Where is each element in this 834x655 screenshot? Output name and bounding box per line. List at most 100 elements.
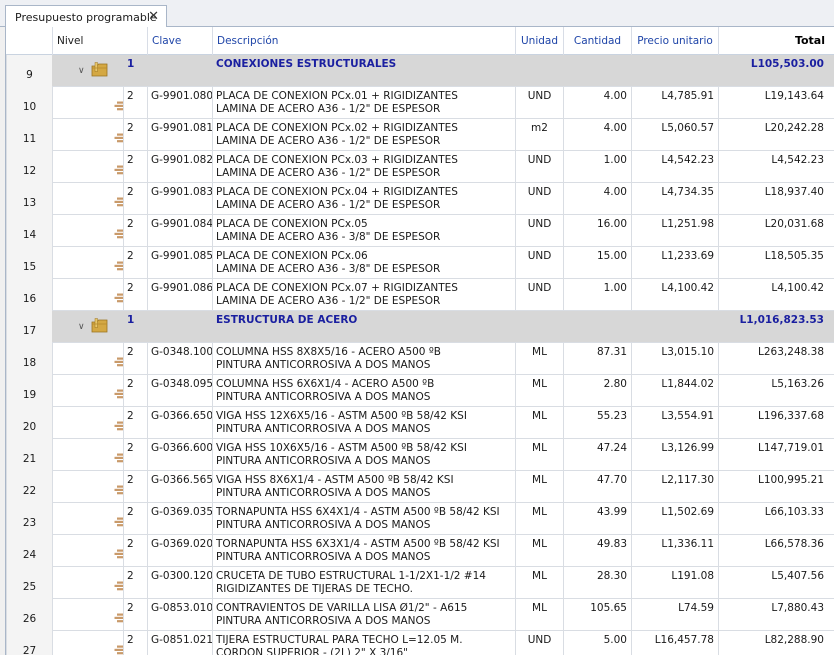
level-cell: 2 (123, 119, 147, 151)
unidad-cell: UND (515, 183, 563, 215)
total-cell: L4,542.23 (718, 151, 834, 183)
table-row[interactable]: 26 2 G-0853.010 CONTRAVIENTOS DE VARILLA LI… (6, 599, 834, 631)
clave-cell: G-9901.080 (147, 87, 212, 119)
table-row[interactable]: 21 2 G-0366.600 VIGA HSS 10X6X5/16 - ASTM A… (6, 439, 834, 471)
row-number: 9 (6, 55, 52, 87)
unidad-cell: ML (515, 535, 563, 567)
clave-cell: G-9901.086 (147, 279, 212, 311)
description-cell: VIGA HSS 10X6X5/16 - ASTM A500 ºB 58/42 … (212, 439, 515, 471)
column-header-precio-unitario[interactable]: Precio unitario (631, 27, 718, 55)
column-header-cantidad[interactable]: Cantidad (563, 27, 631, 55)
table-row[interactable]: 12 2 G-9901.082 PLACA DE CONEXION PCx.03 + … (6, 151, 834, 183)
unidad-cell: UND (515, 151, 563, 183)
clave-cell: G-0366.565 (147, 471, 212, 503)
total-cell: L20,242.28 (718, 119, 834, 151)
table-row[interactable]: 25 2 G-0300.120 CRUCETA DE TUBO ESTRUCTURAL… (6, 567, 834, 599)
unidad-cell: ML (515, 599, 563, 631)
grid-rows: 9 ∨ 1 CONEXIONES ESTRUCTURALES L105,503.00 10… (6, 55, 834, 655)
precio-cell: L3,554.91 (631, 407, 718, 439)
row-number: 14 (6, 215, 52, 247)
precio-cell: L191.08 (631, 567, 718, 599)
description-line-1: TORNAPUNTA HSS 6X4X1/4 - ASTM A500 ºB 58… (216, 506, 500, 518)
description-line-2: RIGIDIZANTES DE TIJERAS DE TECHO. (216, 582, 413, 595)
precio-cell: L1,502.69 (631, 503, 718, 535)
column-header-nivel[interactable]: Nivel (52, 27, 147, 55)
concept-icon (114, 645, 123, 655)
table-row[interactable]: 22 2 G-0366.565 VIGA HSS 8X6X1/4 - ASTM A50… (6, 471, 834, 503)
group-row[interactable]: 9 ∨ 1 CONEXIONES ESTRUCTURALES L105,503.00 (6, 55, 834, 87)
clave-cell: G-9901.081 (147, 119, 212, 151)
cantidad-cell: 5.00 (563, 631, 631, 655)
description-line-2: LAMINA DE ACERO A36 - 1/2" DE ESPESOR (216, 294, 441, 307)
description-cell: ESTRUCTURA DE ACERO (216, 314, 358, 326)
cantidad-cell: 28.30 (563, 567, 631, 599)
column-header-total[interactable]: Total (718, 27, 834, 55)
total-cell: L147,719.01 (718, 439, 834, 471)
level-cell: 2 (123, 343, 147, 375)
nivel-cell (52, 567, 123, 599)
cantidad-cell: 105.65 (563, 599, 631, 631)
nivel-cell (52, 279, 123, 311)
table-row[interactable]: 16 2 G-9901.086 PLACA DE CONEXION PCx.07 + … (6, 279, 834, 311)
description-line-1: PLACA DE CONEXION PCx.02 + RIGIDIZANTES (216, 122, 458, 134)
nivel-cell (52, 471, 123, 503)
table-row[interactable]: 20 2 G-0366.650 VIGA HSS 12X6X5/16 - ASTM A… (6, 407, 834, 439)
total-cell: L20,031.68 (718, 215, 834, 247)
description-cell: TORNAPUNTA HSS 6X4X1/4 - ASTM A500 ºB 58… (212, 503, 515, 535)
folder-icon (91, 318, 108, 333)
cantidad-cell: 87.31 (563, 343, 631, 375)
nivel-cell (52, 535, 123, 567)
total-cell: L100,995.21 (718, 471, 834, 503)
cantidad-cell (563, 55, 631, 87)
column-header-descripcion[interactable]: Descripción (212, 27, 515, 55)
description-line-1: VIGA HSS 8X6X1/4 - ASTM A500 ºB 58/42 KS… (216, 474, 454, 486)
table-row[interactable]: 14 2 G-9901.084 PLACA DE CONEXION PCx.05 LAM… (6, 215, 834, 247)
nivel-cell (52, 375, 123, 407)
description-cell: CONEXIONES ESTRUCTURALES (216, 58, 397, 70)
concept-icon (114, 453, 123, 463)
unidad-cell: ML (515, 503, 563, 535)
total-cell: L7,880.43 (718, 599, 834, 631)
description-line-1: COLUMNA HSS 6X6X1/4 - ACERO A500 ºB (216, 378, 435, 390)
table-row[interactable]: 15 2 G-9901.085 PLACA DE CONEXION PCx.06 LAM… (6, 247, 834, 279)
table-row[interactable]: 19 2 G-0348.095 COLUMNA HSS 6X6X1/4 - ACERO… (6, 375, 834, 407)
level-cell: 2 (123, 407, 147, 439)
description-line-1: PLACA DE CONEXION PCx.05 (216, 218, 368, 230)
description-line-2: CORDON SUPERIOR - (2L) 2" X 3/16" (216, 646, 409, 655)
description-line-2: PINTURA ANTICORROSIVA A DOS MANOS (216, 390, 431, 403)
unidad-cell: ML (515, 439, 563, 471)
description-cell: PLACA DE CONEXION PCx.07 + RIGIDIZANTES L… (212, 279, 515, 311)
row-number: 18 (6, 343, 52, 375)
total-cell: L5,407.56 (718, 567, 834, 599)
table-row[interactable]: 27 2 G-0851.021 TIJERA ESTRUCTURAL PARA TEC… (6, 631, 834, 655)
unidad-cell: ML (515, 343, 563, 375)
clave-cell: G-0369.035 (147, 503, 212, 535)
level-cell: 2 (123, 247, 147, 279)
precio-cell: L4,100.42 (631, 279, 718, 311)
table-row[interactable]: 13 2 G-9901.083 PLACA DE CONEXION PCx.04 + … (6, 183, 834, 215)
description-cell: VIGA HSS 12X6X5/16 - ASTM A500 ºB 58/42 … (212, 407, 515, 439)
column-header-unidad[interactable]: Unidad (515, 27, 563, 55)
close-icon[interactable]: ✕ (148, 9, 159, 25)
description-line-1: PLACA DE CONEXION PCx.06 (216, 250, 368, 262)
description-cell: TORNAPUNTA HSS 6X3X1/4 - ASTM A500 ºB 58… (212, 535, 515, 567)
table-row[interactable]: 23 2 G-0369.035 TORNAPUNTA HSS 6X4X1/4 - AS… (6, 503, 834, 535)
nivel-cell (52, 87, 123, 119)
level-cell: 2 (123, 183, 147, 215)
table-row[interactable]: 24 2 G-0369.020 TORNAPUNTA HSS 6X3X1/4 - AS… (6, 535, 834, 567)
chevron-down-icon[interactable]: ∨ (78, 322, 85, 332)
chevron-down-icon[interactable]: ∨ (78, 66, 85, 76)
unidad-cell: UND (515, 87, 563, 119)
level-cell: 2 (123, 439, 147, 471)
unidad-cell: UND (515, 215, 563, 247)
description-line-1: VIGA HSS 12X6X5/16 - ASTM A500 ºB 58/42 … (216, 410, 467, 422)
table-row[interactable]: 11 2 G-9901.081 PLACA DE CONEXION PCx.02 + … (6, 119, 834, 151)
column-header-clave[interactable]: Clave (147, 27, 212, 55)
precio-cell (631, 311, 718, 343)
group-row[interactable]: 17 ∨ 1 ESTRUCTURA DE ACERO L1,016,823.53 (6, 311, 834, 343)
row-number: 13 (6, 183, 52, 215)
tab-presupuesto-programable[interactable]: Presupuesto programable ✕ (5, 5, 167, 28)
table-row[interactable]: 18 2 G-0348.100 COLUMNA HSS 8X8X5/16 - ACER… (6, 343, 834, 375)
table-row[interactable]: 10 2 G-9901.080 PLACA DE CONEXION PCx.01 + … (6, 87, 834, 119)
description-cell: VIGA HSS 8X6X1/4 - ASTM A500 ºB 58/42 KS… (212, 471, 515, 503)
